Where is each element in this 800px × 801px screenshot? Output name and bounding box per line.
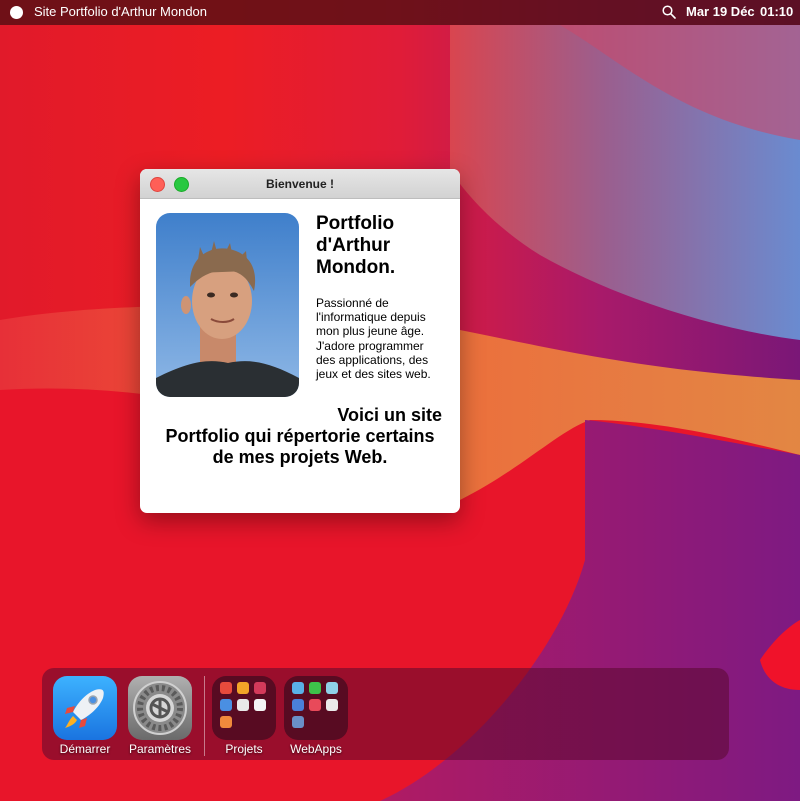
rocket-icon[interactable] bbox=[53, 676, 117, 740]
site-title: Site Portfolio d'Arthur Mondon bbox=[34, 4, 208, 19]
window-titlebar[interactable]: Bienvenue ! bbox=[140, 169, 460, 199]
dock-label: Projets bbox=[225, 742, 263, 756]
menu-bar: Site Portfolio d'Arthur Mondon Mar 19 Dé… bbox=[0, 0, 800, 25]
dock-item-webapps[interactable]: WebApps bbox=[284, 676, 348, 756]
dock-item-demarrer[interactable]: Démarrer bbox=[53, 676, 117, 756]
dock-item-projets[interactable]: Projets bbox=[212, 676, 276, 756]
dock-item-parametres[interactable]: Paramètres bbox=[128, 676, 192, 756]
intro-line: Voici un site bbox=[337, 405, 442, 425]
dock-label: WebApps bbox=[290, 742, 342, 756]
intro-line: de mes projets Web. bbox=[212, 447, 388, 467]
dock-separator bbox=[204, 676, 205, 756]
dock-label: Démarrer bbox=[59, 742, 111, 756]
welcome-window: Bienvenue ! Portfolio d'Arthur Mondon. P… bbox=[140, 169, 460, 513]
dock: Démarrer Paramètres Projets WebApps bbox=[42, 668, 729, 760]
portfolio-heading: Portfolio d'Arthur Mondon. bbox=[316, 213, 396, 278]
apple-logo-icon[interactable] bbox=[10, 6, 23, 19]
profile-photo bbox=[156, 213, 299, 397]
search-icon[interactable] bbox=[662, 5, 676, 19]
intro-line: Portfolio qui répertorie certains bbox=[165, 426, 435, 446]
gear-icon[interactable] bbox=[128, 676, 192, 740]
dock-label: Paramètres bbox=[128, 742, 192, 756]
menu-date: Mar 19 Déc bbox=[686, 4, 755, 19]
menu-clock: 01:10 bbox=[760, 4, 794, 19]
folder-icon[interactable] bbox=[284, 676, 348, 740]
bio-text: Passionné de l'informatique depuis mon p… bbox=[316, 296, 431, 382]
window-title: Bienvenue ! bbox=[265, 177, 334, 191]
folder-icon[interactable] bbox=[212, 676, 276, 740]
intro-text: Voici un site Portfolio qui répertorie c… bbox=[150, 405, 450, 468]
